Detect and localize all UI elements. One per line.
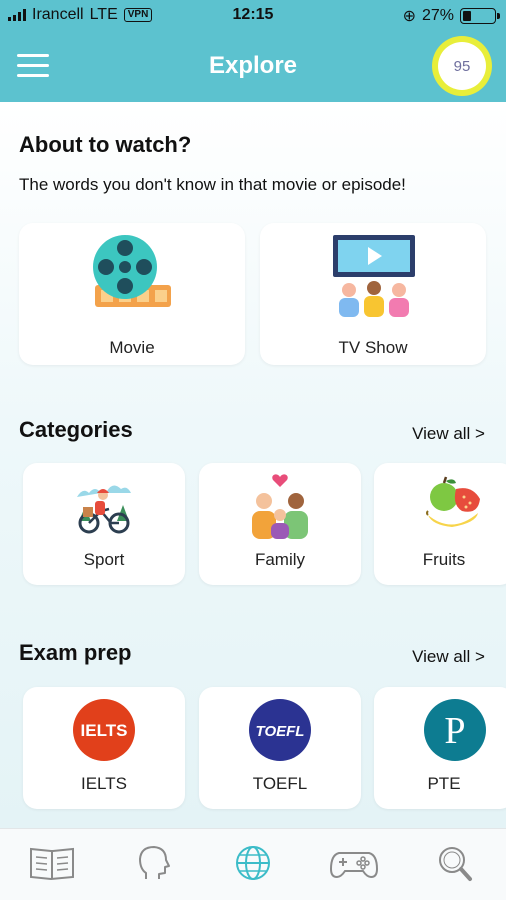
bottom-nav — [0, 828, 506, 900]
watch-section-subtitle: The words you don't know in that movie o… — [19, 175, 406, 194]
search-icon — [439, 847, 472, 881]
category-card-family[interactable]: Family — [199, 463, 361, 585]
ielts-logo-text: IELTS — [81, 721, 128, 740]
exam-card-pte-label: PTE — [427, 774, 461, 793]
explore-content[interactable]: About to watch? The words you don't know… — [0, 102, 506, 828]
exam-card-toefl[interactable]: TOEFL TOEFL — [199, 687, 361, 809]
pte-logo-text: P — [444, 710, 465, 752]
score-value: 95 — [438, 42, 486, 90]
tab-games[interactable] — [329, 843, 379, 883]
category-card-fruits[interactable]: Fruits — [374, 463, 506, 585]
page-title: Explore — [208, 52, 298, 79]
categories-section-title: Categories — [19, 417, 133, 442]
app-header: Explore 95 — [0, 30, 506, 102]
movie-card[interactable]: Movie — [19, 223, 245, 365]
tab-search[interactable] — [430, 843, 480, 883]
fruits-icon — [426, 476, 480, 527]
status-bar: Irancell LTE VPN 12:15 ⊕ 27% — [0, 0, 506, 30]
exam-card-ielts[interactable]: IELTS IELTS — [23, 687, 185, 809]
category-card-sport[interactable]: Sport — [23, 463, 185, 585]
exam-card-pte[interactable]: P PTE — [374, 687, 506, 809]
ielts-logo: IELTS — [73, 699, 135, 761]
battery-icon — [460, 8, 500, 24]
tab-book[interactable] — [27, 843, 77, 883]
exam-card-ielts-label: IELTS — [81, 774, 127, 793]
tab-explore[interactable] — [228, 843, 278, 883]
category-card-family-label: Family — [254, 550, 306, 569]
head-icon — [139, 846, 170, 879]
exam-section-title: Exam prep — [19, 640, 132, 665]
tv-show-card-label: TV Show — [338, 338, 408, 357]
tab-head[interactable] — [128, 843, 178, 883]
globe-icon — [236, 846, 270, 880]
cyclist-icon — [77, 485, 131, 534]
category-card-fruits-label: Fruits — [422, 550, 466, 569]
battery-percent: 27% — [421, 7, 454, 24]
film-reel-icon — [93, 235, 171, 307]
score-badge[interactable]: 95 — [432, 36, 492, 96]
toefl-logo-text: TOEFL — [256, 723, 305, 740]
orientation-lock-icon: ⊕ — [402, 8, 416, 25]
pte-logo: P — [424, 699, 486, 761]
exam-card-toefl-label: TOEFL — [252, 774, 308, 793]
categories-view-all-link[interactable]: View all > — [412, 424, 485, 444]
book-icon — [30, 847, 74, 881]
category-card-sport-label: Sport — [83, 550, 125, 569]
watch-section-title: About to watch? — [19, 132, 192, 157]
gamepad-icon — [329, 852, 379, 879]
tv-show-card[interactable]: TV Show — [260, 223, 486, 365]
family-icon — [252, 474, 308, 539]
movie-card-label: Movie — [109, 338, 155, 357]
toefl-logo: TOEFL — [249, 699, 311, 761]
exam-view-all-link[interactable]: View all > — [412, 647, 485, 667]
tv-audience-icon — [333, 235, 415, 317]
